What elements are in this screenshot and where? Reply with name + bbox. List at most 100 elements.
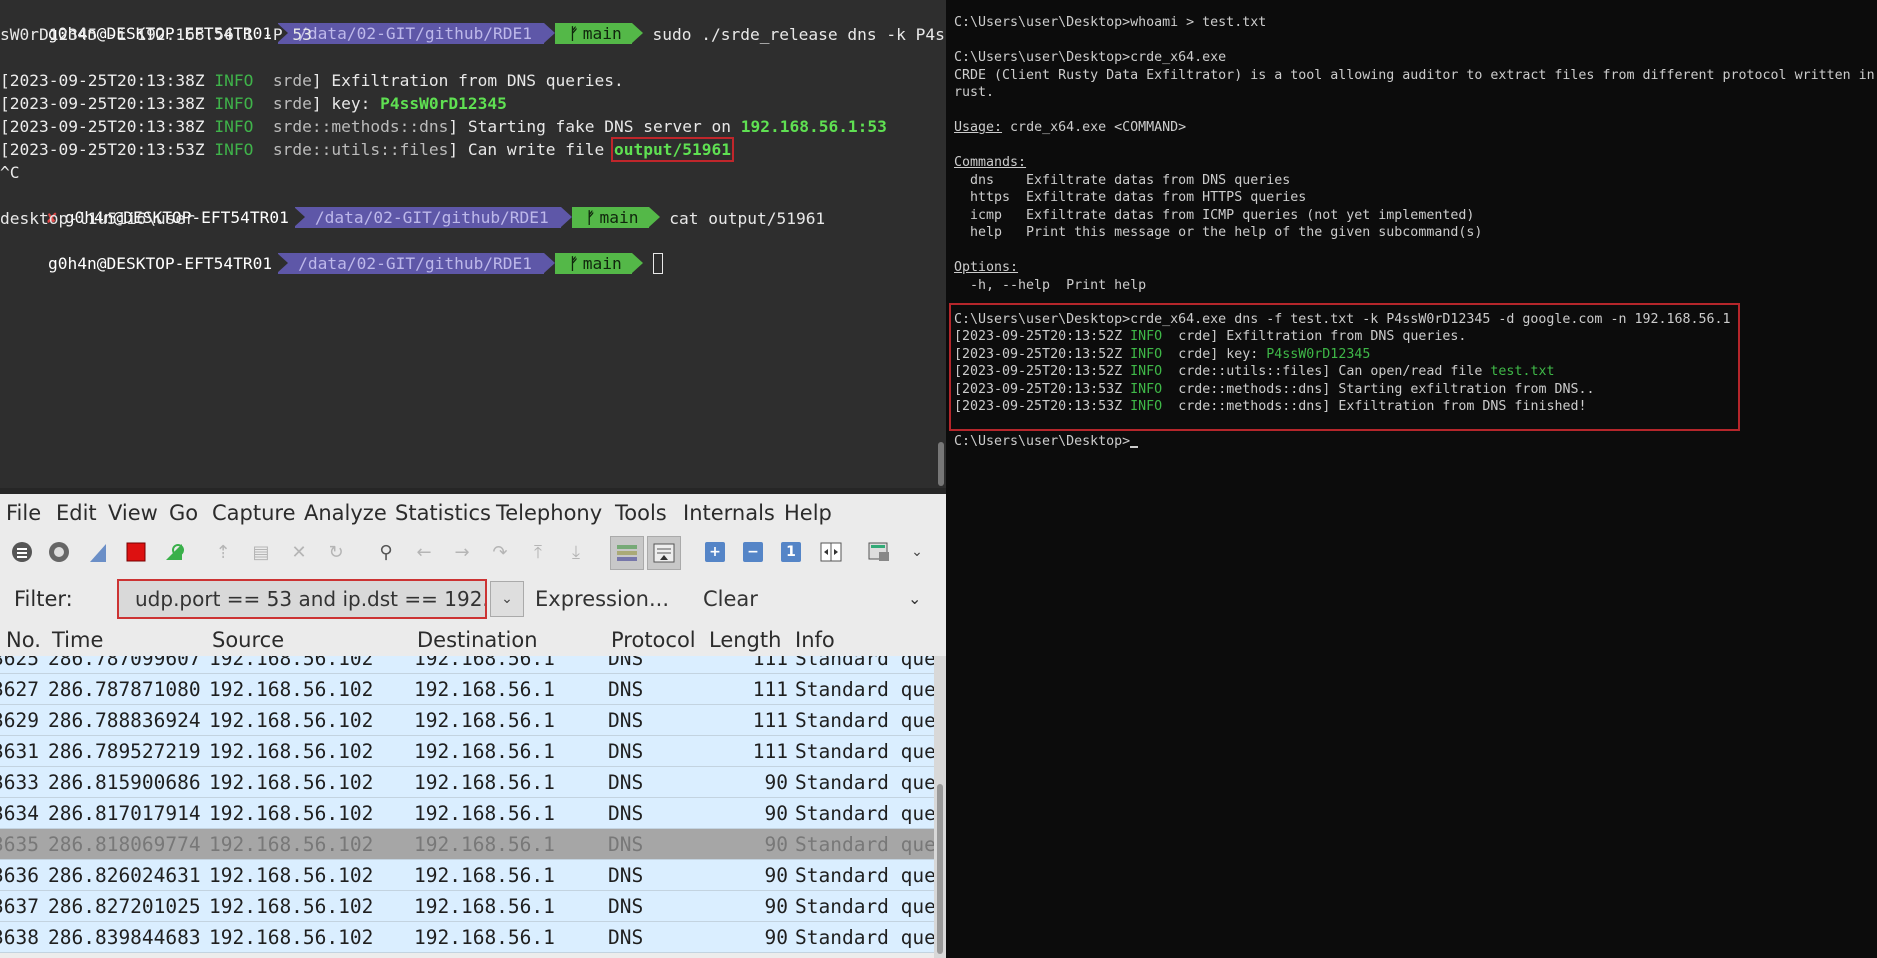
table-row[interactable]: 3629 286.788836924 192.168.56.102 192.168.5…: [0, 705, 934, 736]
cmd-line: Commands:: [954, 155, 1027, 170]
column-info[interactable]: Info: [795, 628, 835, 652]
table-row[interactable]: 3633 286.815900686 192.168.56.102 192.168.5…: [0, 767, 934, 798]
column-time[interactable]: Time: [52, 628, 103, 652]
cell-no: 3638: [0, 926, 39, 949]
table-row[interactable]: 3637 286.827201025 192.168.56.102 192.168.5…: [0, 891, 934, 922]
menu-go[interactable]: Go: [169, 501, 198, 525]
filter-label: Filter:: [14, 587, 73, 611]
open-file-icon[interactable]: ⇡: [210, 539, 236, 565]
cmd-prompt[interactable]: C:\Users\user\Desktop>: [954, 433, 1139, 451]
packet-list[interactable]: 3625 286.787099607 192.168.56.102 192.168.5…: [0, 656, 934, 958]
cmd-line: https Exfiltrate datas from HTTPS querie…: [954, 190, 1307, 205]
menu-tools[interactable]: Tools: [615, 501, 667, 525]
menu-help[interactable]: Help: [784, 501, 832, 525]
cell-info: Standard que: [795, 678, 934, 701]
column-protocol[interactable]: Protocol: [611, 628, 696, 652]
go-back-icon[interactable]: ←: [411, 539, 437, 565]
start-capture-fin-icon[interactable]: [85, 539, 111, 565]
table-row[interactable]: 3636 286.826024631 192.168.56.102 192.168.5…: [0, 860, 934, 891]
cell-info: Standard que: [795, 895, 934, 918]
capture-options-icon[interactable]: [46, 539, 72, 565]
menu-analyze[interactable]: Analyze: [304, 501, 387, 525]
close-file-icon[interactable]: ✕: [286, 539, 312, 565]
menu-file[interactable]: File: [6, 501, 41, 525]
column-source[interactable]: Source: [212, 628, 284, 652]
colorize-icon[interactable]: [610, 536, 644, 570]
find-packet-icon[interactable]: ⚲: [373, 539, 399, 565]
menu-statistics[interactable]: Statistics: [395, 501, 491, 525]
table-row[interactable]: 3627 286.787871080 192.168.56.102 192.168.5…: [0, 674, 934, 705]
cmd-log-line: [2023-09-25T20:13:52Z INFO crde::utils::…: [954, 364, 1555, 379]
cell-src: 192.168.56.102: [209, 802, 374, 825]
normal-size-icon[interactable]: 1: [781, 542, 801, 562]
go-last-icon[interactable]: ⤓: [563, 539, 589, 565]
menu-view[interactable]: View: [108, 501, 158, 525]
capture-filters-icon[interactable]: [866, 539, 892, 565]
command-text: sudo ./srde_release dns -k P4s: [652, 25, 945, 44]
column-length[interactable]: Length: [709, 628, 781, 652]
cell-info: Standard que: [795, 771, 934, 794]
cell-time: 286.789527219: [48, 740, 201, 763]
table-row[interactable]: 3638 286.839844683 192.168.56.102 192.168.5…: [0, 922, 934, 953]
cmd-line: help Print this message or the help of t…: [954, 225, 1483, 240]
cmd-cursor: [1130, 446, 1139, 448]
menu-telephony[interactable]: Telephony: [496, 501, 602, 525]
filter-overflow-chevron-icon[interactable]: ⌄: [908, 589, 921, 608]
dns-server-address: 192.168.56.1:53: [740, 117, 887, 136]
windows-cmd-window[interactable]: C:\Users\user\Desktop>whoami > test.txt …: [946, 0, 1877, 958]
clear-button[interactable]: Clear: [703, 587, 758, 611]
cell-dst: 192.168.56.1: [414, 895, 555, 918]
cmd-log-line: [2023-09-25T20:13:53Z INFO crde::methods…: [954, 399, 1587, 414]
expression-button[interactable]: Expression...: [535, 587, 669, 611]
cell-len: 90: [764, 833, 788, 856]
table-row[interactable]: 3635 286.818069774 192.168.56.102 192.168.5…: [0, 829, 934, 860]
cell-proto: DNS: [608, 802, 644, 825]
reload-file-icon[interactable]: ↻: [323, 539, 349, 565]
cell-no: 3631: [0, 740, 39, 763]
table-row[interactable]: 3625 286.787099607 192.168.56.102 192.168.5…: [0, 656, 934, 674]
filter-history-dropdown[interactable]: ⌄: [490, 581, 524, 617]
cell-info: Standard que: [795, 926, 934, 949]
stop-capture-icon[interactable]: [123, 539, 149, 565]
terminal-scrollbar[interactable]: [938, 442, 944, 486]
resize-columns-icon[interactable]: [818, 539, 844, 565]
chevron-down-icon: ⌄: [501, 591, 513, 607]
log-line: [2023-09-25T20:13:38Z INFO srde::methods…: [0, 117, 887, 136]
menu-internals[interactable]: Internals: [683, 501, 775, 525]
cell-info: Standard que: [795, 709, 934, 732]
toolbar-overflow-chevron-icon[interactable]: ⌄: [904, 539, 930, 565]
save-file-icon[interactable]: ▤: [248, 539, 274, 565]
restart-capture-icon[interactable]: [161, 539, 187, 565]
cell-time: 286.788836924: [48, 709, 201, 732]
cell-dst: 192.168.56.1: [414, 740, 555, 763]
go-first-icon[interactable]: ⤒: [525, 539, 551, 565]
cell-src: 192.168.56.102: [209, 656, 374, 670]
column-destination[interactable]: Destination: [417, 628, 538, 652]
display-filter-bar: Filter: udp.port == 53 and ip.dst == 192…: [0, 576, 946, 622]
go-forward-icon[interactable]: →: [449, 539, 475, 565]
zoom-out-icon[interactable]: −: [743, 542, 763, 562]
cell-dst: 192.168.56.1: [414, 678, 555, 701]
cell-time: 286.817017914: [48, 802, 201, 825]
cmd-line: Usage: crde_x64.exe <COMMAND>: [954, 120, 1187, 135]
cell-info: Standard que: [795, 740, 934, 763]
cmd-log-line: [2023-09-25T20:13:52Z INFO crde] Exfiltr…: [954, 329, 1467, 344]
packet-list-scrollbar[interactable]: [934, 656, 946, 958]
cell-dst: 192.168.56.1: [414, 656, 555, 670]
cell-proto: DNS: [608, 926, 644, 949]
zoom-in-icon[interactable]: +: [705, 542, 725, 562]
git-branch-icon: ᚠ: [585, 208, 596, 227]
menu-capture[interactable]: Capture: [212, 501, 296, 525]
interfaces-icon[interactable]: [9, 539, 35, 565]
linux-terminal[interactable]: g0h4n@DESKTOP-EFT54TR01/data/02-GIT/gith…: [0, 0, 946, 488]
go-to-packet-icon[interactable]: ↷: [487, 539, 513, 565]
menu-edit[interactable]: Edit: [56, 501, 97, 525]
column-no[interactable]: No.: [6, 628, 41, 652]
packet-list-header: No. Time Source Destination Protocol Len…: [0, 622, 946, 657]
auto-scroll-icon[interactable]: [647, 536, 681, 570]
display-filter-input[interactable]: udp.port == 53 and ip.dst == 192.16: [117, 579, 487, 619]
table-row[interactable]: 3634 286.817017914 192.168.56.102 192.168.5…: [0, 798, 934, 829]
cell-proto: DNS: [608, 864, 644, 887]
terminal-cursor[interactable]: [652, 253, 663, 274]
table-row[interactable]: 3631 286.789527219 192.168.56.102 192.168.5…: [0, 736, 934, 767]
